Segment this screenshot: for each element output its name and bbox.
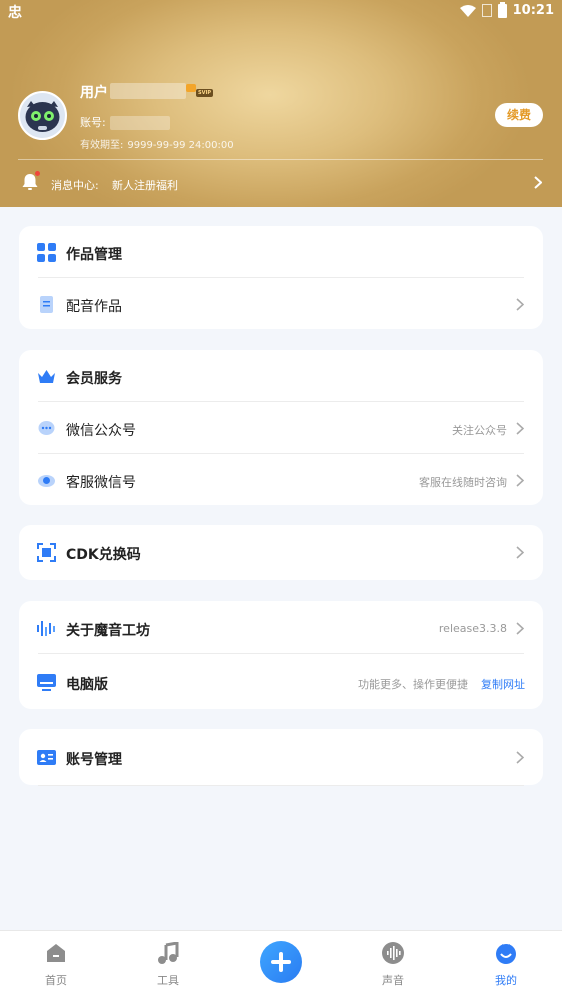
chevron-right-icon (534, 176, 542, 189)
chevron-right-icon (516, 422, 524, 435)
tab-home-label: 首页 (45, 974, 67, 987)
cdk-label: CDK兑换码 (66, 547, 141, 563)
message-text: 新人注册福利 (112, 179, 178, 192)
svip-badge: SVIP (196, 89, 213, 97)
wechat-official-item[interactable]: 微信公众号 关注公众号 (19, 402, 543, 454)
profile-header: 忠 10:21 用户 SVIP 账号: 有效期至: 9999-99-99 24:0… (0, 0, 562, 207)
chat-bubble-icon (38, 421, 55, 435)
chevron-right-icon (516, 751, 524, 764)
member-card: 会员服务 微信公众号 关注公众号 客服微信号 客服在线随时咨询 (19, 350, 543, 505)
message-center-label: 消息中心: (51, 179, 99, 192)
header-divider (18, 159, 543, 160)
works-title: 作品管理 (66, 247, 122, 263)
pc-description: 功能更多、操作更便捷 (358, 678, 468, 691)
cdk-card[interactable]: CDK兑换码 (19, 525, 543, 580)
tab-mine[interactable]: 我的 (450, 931, 562, 1000)
tab-tools[interactable]: 工具 (112, 931, 224, 1000)
cdk-item[interactable]: CDK兑换码 (19, 526, 543, 578)
pc-version-item: 电脑版 功能更多、操作更便捷 复制网址 (19, 656, 543, 708)
customer-service-icon (38, 475, 55, 487)
notification-dot (35, 171, 40, 176)
message-center-row[interactable]: 消息中心: 新人注册福利 (18, 170, 545, 196)
tab-voice[interactable]: 声音 (337, 931, 449, 1000)
grid-icon (37, 243, 56, 262)
status-app-icon: 忠 (8, 5, 22, 21)
customer-service-item[interactable]: 客服微信号 客服在线随时咨询 (19, 454, 543, 506)
account-label: 账号: (80, 116, 106, 129)
account-card[interactable]: 账号管理 (19, 729, 543, 785)
divider (38, 653, 524, 654)
tab-voice-label: 声音 (382, 974, 404, 987)
works-card: 作品管理 配音作品 (19, 226, 543, 329)
works-header: 作品管理 (19, 226, 543, 278)
about-item[interactable]: 关于魔音工坊 release3.3.8 (19, 602, 543, 654)
status-time: 10:21 (512, 3, 554, 18)
tab-create[interactable] (225, 931, 337, 1000)
dubbing-works-label: 配音作品 (66, 299, 122, 315)
battery-icon (497, 1, 507, 18)
plus-icon (260, 941, 302, 983)
dubbing-works-item[interactable]: 配音作品 (19, 278, 543, 330)
chevron-right-icon (516, 622, 524, 635)
pc-version-label: 电脑版 (66, 677, 108, 693)
music-note-icon (158, 942, 179, 964)
about-card: 关于魔音工坊 release3.3.8 电脑版 功能更多、操作更便捷 复制网址 (19, 601, 543, 709)
username-label: 用户 (80, 85, 108, 101)
crown-badge-icon (186, 84, 196, 92)
id-card-icon (37, 750, 56, 765)
avatar[interactable] (18, 91, 67, 140)
chevron-right-icon (516, 474, 524, 487)
account-management-label: 账号管理 (66, 752, 122, 768)
home-icon (47, 944, 65, 962)
crown-icon (38, 370, 55, 383)
account-redacted (110, 116, 170, 130)
customer-service-text: 客服在线随时咨询 (419, 476, 507, 489)
copy-url-link[interactable]: 复制网址 (481, 676, 525, 692)
follow-official-text: 关注公众号 (452, 424, 507, 437)
wifi-icon (459, 4, 476, 17)
profile-face-icon (496, 944, 516, 964)
bottom-tab-bar: 首页 工具 声音 我的 (0, 930, 562, 1000)
wechat-official-label: 微信公众号 (66, 423, 136, 439)
soundwave-icon (382, 942, 404, 964)
soundwave-logo-icon (37, 621, 55, 636)
chevron-right-icon (516, 298, 524, 311)
tab-home[interactable]: 首页 (0, 931, 112, 1000)
member-header: 会员服务 (19, 350, 543, 402)
about-label: 关于魔音工坊 (66, 623, 150, 639)
tab-tools-label: 工具 (157, 974, 179, 987)
sim-icon (481, 4, 492, 17)
expiry-row: 有效期至: 9999-99-99 24:00:00 (80, 136, 234, 151)
tab-mine-label: 我的 (495, 974, 517, 987)
scan-icon (37, 543, 56, 562)
username-redacted (110, 83, 186, 99)
document-icon (40, 296, 53, 313)
expiry-label: 有效期至: (80, 140, 124, 151)
status-bar: 忠 10:21 (0, 0, 562, 24)
expiry-value: 9999-99-99 24:00:00 (127, 140, 234, 151)
customer-service-label: 客服微信号 (66, 475, 136, 491)
chevron-right-icon (516, 546, 524, 559)
renew-button[interactable]: 续费 (495, 103, 543, 127)
account-management-item[interactable]: 账号管理 (19, 731, 543, 783)
member-title: 会员服务 (66, 371, 122, 387)
version-text: release3.3.8 (438, 622, 507, 635)
robot-avatar-icon (20, 93, 65, 138)
monitor-icon (37, 674, 56, 691)
divider (38, 785, 524, 786)
